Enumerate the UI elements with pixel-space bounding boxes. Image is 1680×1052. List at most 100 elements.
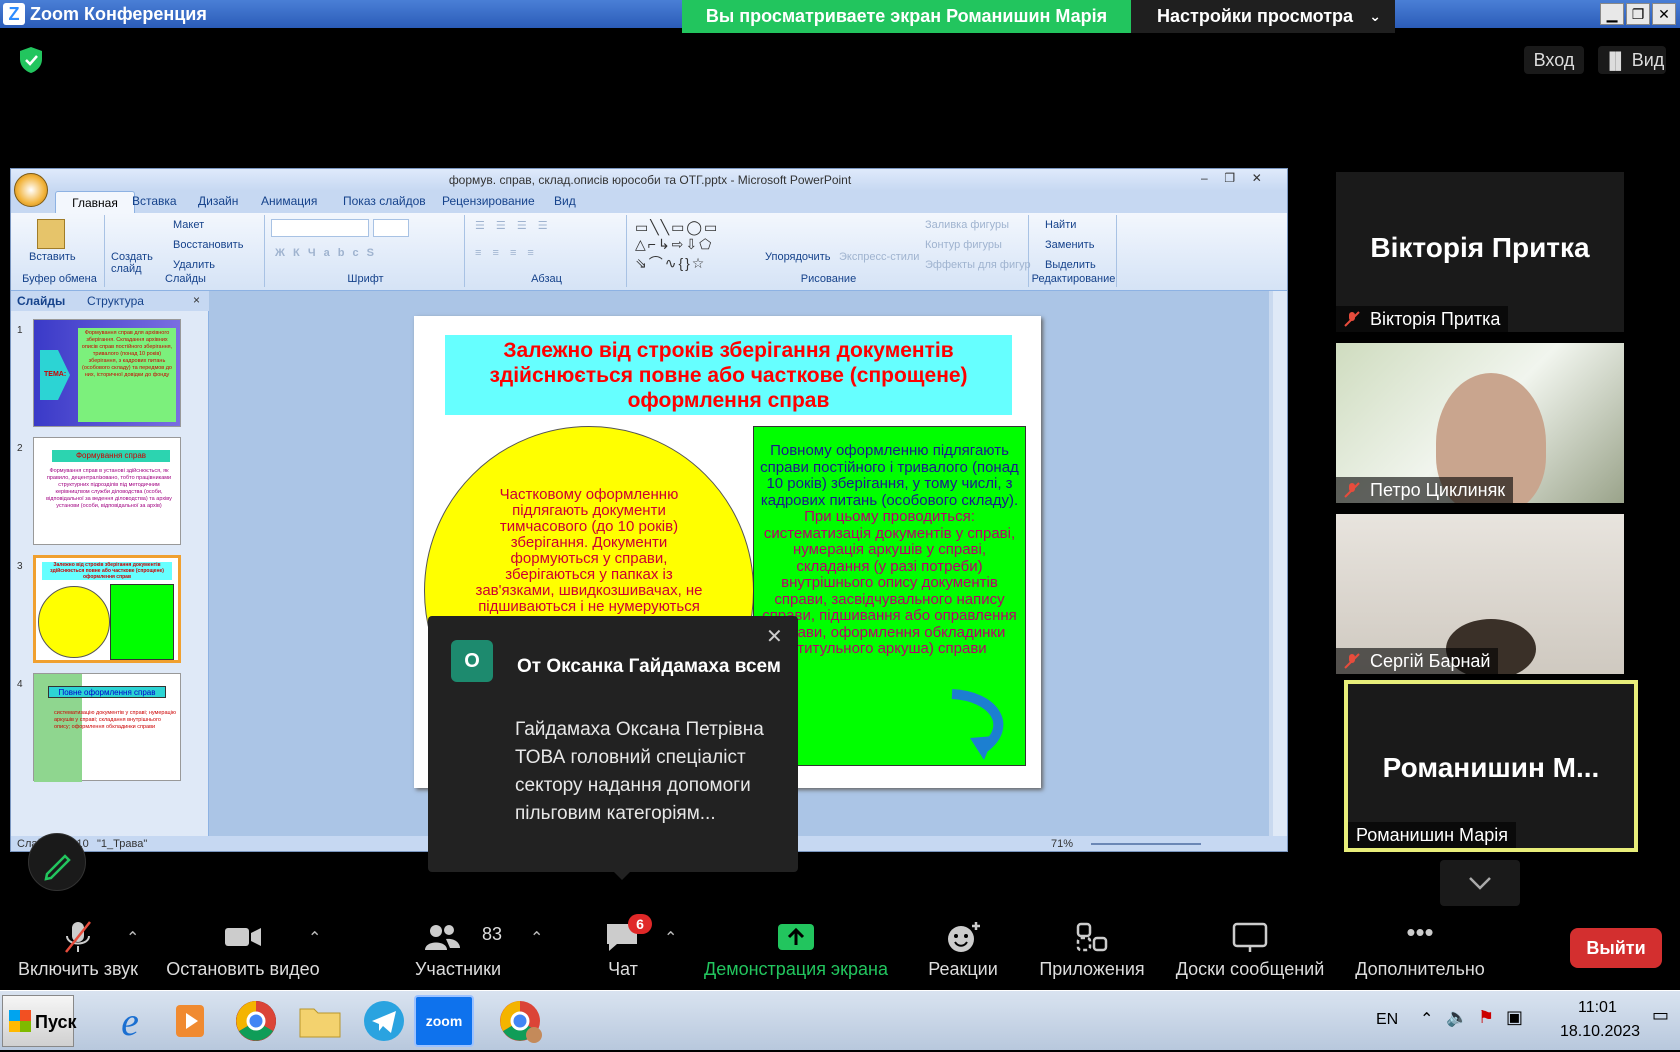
thumb-2-body: Формування справ в установі здійснюється…: [46, 468, 172, 509]
tab-slides[interactable]: Слайды: [17, 294, 65, 308]
volume-icon[interactable]: 🔈: [1446, 1007, 1468, 1028]
shape-outline-button[interactable]: Контур фигуры: [925, 239, 1002, 251]
tab-animation[interactable]: Анимация: [261, 194, 317, 208]
participant-tile[interactable]: Вікторія Притка Вікторія Притка: [1336, 172, 1624, 332]
find-button[interactable]: Найти: [1045, 219, 1076, 231]
annotate-button[interactable]: [28, 833, 86, 891]
participant-tile[interactable]: Сергій Барнай: [1336, 514, 1624, 674]
video-options-caret[interactable]: ⌃: [308, 928, 321, 948]
stop-video-label: Остановить видео: [166, 959, 320, 979]
paste-button[interactable]: Вставить: [29, 251, 76, 263]
thumb-1-body: Формування справ для архівного зберіганн…: [78, 328, 176, 422]
tab-home[interactable]: Главная: [55, 191, 135, 213]
stop-video-button[interactable]: Остановить видео: [160, 908, 326, 990]
media-player-icon[interactable]: [160, 995, 220, 1047]
chat-notification[interactable]: О От Оксанка Гайдамаха всем ✕ Гайдамаха …: [428, 616, 798, 872]
ppt-ribbon-tabs: Главная Вставка Дизайн Анимация Показ сл…: [11, 191, 1287, 213]
mic-muted-icon: [1344, 482, 1360, 498]
delete-slide-button[interactable]: Удалить: [173, 259, 215, 271]
start-button[interactable]: Пуск: [2, 995, 77, 1047]
network-icon[interactable]: ▣: [1506, 1007, 1523, 1028]
tab-outline[interactable]: Структура: [87, 294, 144, 308]
minimize-button[interactable]: ▁: [1600, 3, 1624, 25]
vertical-scrollbar[interactable]: [1273, 291, 1287, 836]
tab-insert[interactable]: Вставка: [132, 194, 177, 208]
enter-button[interactable]: Вход: [1524, 46, 1584, 74]
participants-button[interactable]: 83 Участники: [400, 908, 516, 990]
avatar: О: [451, 640, 493, 682]
slide-thumb-4[interactable]: Повне оформлення справ систематизацію до…: [33, 673, 181, 782]
arrange-button[interactable]: Упорядочить: [765, 251, 830, 263]
collapse-thumbnails-button[interactable]: [1440, 860, 1520, 906]
ie-icon[interactable]: e: [100, 995, 160, 1047]
share-banner: Вы просматриваете экран Романишин Марія: [682, 0, 1131, 33]
audio-options-caret[interactable]: ⌃: [126, 928, 139, 948]
list-buttons[interactable]: ☰ ☰ ☰ ☰: [475, 219, 552, 232]
quick-styles-button[interactable]: Экспресс-стили: [839, 251, 919, 263]
shape-effects-button[interactable]: Эффекты для фигур: [925, 259, 1031, 271]
ppt-window-title: формув. справ, склад.описів юрособи та О…: [11, 169, 1287, 191]
slide-thumb-3-selected[interactable]: Залежно від строків зберігання документі…: [33, 555, 181, 663]
close-button[interactable]: ✕: [1652, 3, 1676, 25]
slide-thumb-2[interactable]: Формування справ Формування справ в уста…: [33, 437, 181, 545]
view-options-dropdown[interactable]: Настройки просмотра ⌄: [1131, 0, 1395, 33]
participant-name: Петро Циклиняк: [1336, 477, 1514, 503]
chrome-profile-icon[interactable]: [490, 995, 550, 1047]
share-screen-button[interactable]: Демонстрация экрана: [696, 908, 896, 990]
windows-logo-icon: [9, 1010, 31, 1032]
office-button-icon[interactable]: [14, 173, 48, 207]
close-icon[interactable]: ✕: [766, 624, 783, 649]
shapes-gallery[interactable]: ▭╲╲▭◯▭ △⌐↳⇨⇩⬠ ⇘⌒∿{}☆: [635, 219, 719, 273]
font-name-select[interactable]: [271, 219, 369, 237]
unmute-button[interactable]: Включить звук: [8, 908, 148, 990]
view-button[interactable]: ▐▌ Вид: [1598, 46, 1666, 74]
slide-thumb-1[interactable]: ТЕМА: Формування справ для архівного збе…: [33, 319, 181, 427]
more-button[interactable]: ••• Дополнительно: [1348, 908, 1492, 990]
align-buttons[interactable]: ≡ ≡ ≡ ≡: [475, 247, 538, 259]
tab-slideshow[interactable]: Показ слайдов: [343, 194, 426, 208]
zoom-slider[interactable]: [1091, 843, 1201, 845]
zoom-app-icon[interactable]: zoom: [414, 995, 474, 1047]
language-indicator[interactable]: EN: [1376, 1011, 1398, 1029]
show-desktop-icon[interactable]: ▭: [1652, 1005, 1669, 1026]
whiteboards-button[interactable]: Доски сообщений: [1168, 908, 1332, 990]
chat-sender: От Оксанка Гайдамаха всем: [517, 656, 781, 677]
participants-icon: [424, 925, 460, 950]
participant-tile-active-speaker[interactable]: Романишин М... Романишин Марія: [1344, 680, 1638, 852]
tab-design[interactable]: Дизайн: [198, 194, 238, 208]
layout-button[interactable]: Макет: [173, 219, 204, 231]
zoom-level: 71%: [1051, 838, 1074, 850]
font-format-buttons[interactable]: ЖКЧabcS: [275, 247, 382, 259]
shape-fill-button[interactable]: Заливка фигуры: [925, 219, 1009, 231]
thumb-4-title: Повне оформлення справ: [48, 686, 166, 698]
font-size-select[interactable]: [373, 219, 409, 237]
action-center-icon[interactable]: ⚑: [1478, 1007, 1494, 1028]
slide-number: 2: [17, 443, 23, 454]
tab-view[interactable]: Вид: [554, 194, 576, 208]
tab-review[interactable]: Рецензирование: [442, 194, 535, 208]
chat-options-caret[interactable]: ⌃: [664, 928, 677, 948]
chat-button[interactable]: 6 Чат: [590, 908, 656, 990]
folder-icon[interactable]: [290, 995, 350, 1047]
unmute-label: Включить звук: [17, 959, 139, 979]
leave-button[interactable]: Выйти: [1570, 928, 1662, 968]
encryption-shield-icon[interactable]: [18, 46, 44, 74]
close-pane-icon[interactable]: ×: [193, 293, 200, 307]
show-hidden-icons[interactable]: ⌃: [1420, 1009, 1433, 1029]
new-slide-button[interactable]: Создать слайд: [111, 251, 161, 275]
app-title: Zoom Конференция: [30, 4, 207, 24]
reset-button[interactable]: Восстановить: [173, 239, 243, 251]
chrome-icon[interactable]: [226, 995, 286, 1047]
select-button[interactable]: Выделить: [1045, 259, 1096, 271]
participants-options-caret[interactable]: ⌃: [530, 928, 543, 948]
replace-button[interactable]: Заменить: [1045, 239, 1094, 251]
participant-tile[interactable]: Петро Циклиняк: [1336, 343, 1624, 503]
whiteboards-label: Доски сообщений: [1175, 959, 1325, 979]
telegram-icon[interactable]: [354, 995, 414, 1047]
restore-button[interactable]: ❐: [1626, 3, 1650, 25]
reactions-button[interactable]: Реакции: [918, 908, 1008, 990]
chat-pointer: [610, 868, 634, 880]
chat-message: Гайдамаха Оксана Петрівна ТОВА головний …: [515, 719, 764, 824]
view-options-label: Настройки просмотра: [1157, 6, 1354, 26]
apps-button[interactable]: Приложения: [1030, 908, 1154, 990]
